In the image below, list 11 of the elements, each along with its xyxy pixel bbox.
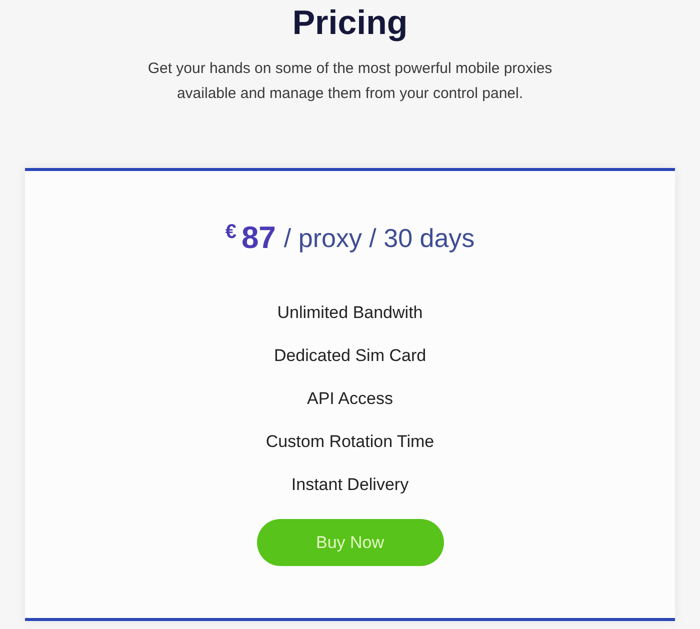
feature-item: Dedicated Sim Card <box>274 344 426 367</box>
feature-item: API Access <box>307 388 393 410</box>
feature-item: Unlimited Bandwith <box>277 302 423 324</box>
currency-symbol: € <box>225 222 236 242</box>
price-period: / proxy / 30 days <box>284 222 475 255</box>
feature-item: Custom Rotation Time <box>266 430 434 453</box>
page-subtitle: Get your hands on some of the most powerful mobile proxies available and manage them from your control panel. <box>146 59 554 104</box>
price-amount: 87 <box>241 219 276 257</box>
buy-now-button[interactable]: Buy Now <box>256 519 444 566</box>
page-title: Pricing <box>292 3 408 44</box>
feature-item: Instant Delivery <box>291 474 409 496</box>
